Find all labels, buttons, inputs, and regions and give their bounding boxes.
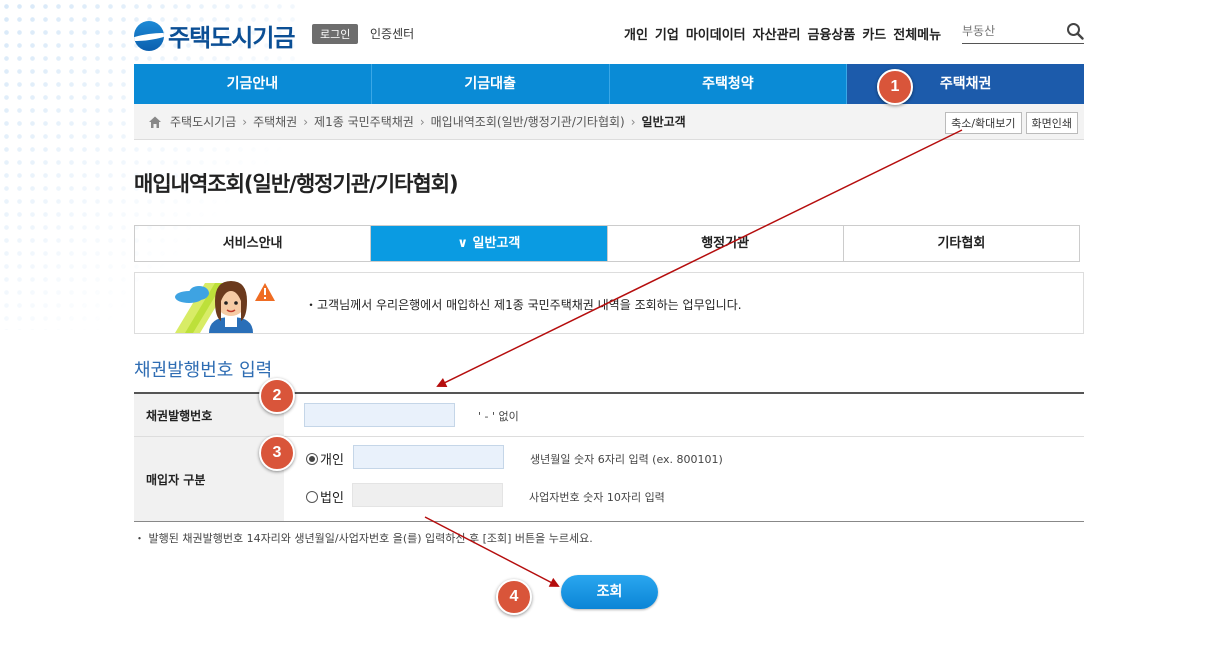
info-box: ・고객님께서 우리은행에서 매입하신 제1종 국민주택채권 내역을 조회하는 업…: [134, 272, 1084, 334]
radio-unselected-icon: [306, 490, 318, 503]
bond-number-hint: ' - ' 없이: [478, 410, 519, 423]
breadcrumb-item-purchase-inquiry[interactable]: 매입내역조회(일반/행정기관/기타협회): [431, 113, 625, 130]
sub-tabs: 서비스안내 ∨ 일반고객 행정기관 기타협회: [134, 225, 1080, 262]
tab-service-guide[interactable]: 서비스안내: [135, 226, 372, 261]
topnav-item-business[interactable]: 기업: [655, 24, 679, 43]
step-badge-4: 4: [496, 579, 532, 615]
step-badge-2: 2: [259, 378, 295, 414]
radio-corporate[interactable]: 법인: [306, 487, 344, 506]
breadcrumb-buttons: 축소/확대보기 화면인쇄: [945, 112, 1078, 134]
logo-icon: [134, 20, 164, 51]
chevron-down-icon: ∨: [457, 236, 473, 251]
topnav-item-personal[interactable]: 개인: [624, 24, 648, 43]
zoom-button[interactable]: 축소/확대보기: [945, 112, 1022, 134]
tab-administrative[interactable]: 행정기관: [608, 226, 844, 261]
info-text: ・고객님께서 우리은행에서 매입하신 제1종 국민주택채권 내역을 조회하는 업…: [305, 298, 742, 312]
business-number-input[interactable]: [352, 483, 503, 507]
tab-general-customer-label: 일반고객: [472, 236, 521, 251]
breadcrumb-current: 일반고객: [641, 115, 686, 129]
mainnav-item-fund-info[interactable]: 기금안내: [134, 64, 372, 104]
birthdate-input[interactable]: [353, 445, 504, 469]
breadcrumb: 주택도시기금 › 주택채권 › 제1종 국민주택채권 › 매입내역조회(일반/행…: [134, 104, 1084, 140]
search-input[interactable]: [962, 22, 1057, 38]
topnav-item-mydata[interactable]: 마이데이터: [686, 24, 746, 43]
page-container: 주택도시기금 로그인 인증센터 개인 기업 마이데이터 자산관리 금융상품 카드…: [134, 0, 1084, 609]
breadcrumb-item-national-bond[interactable]: 제1종 국민주택채권: [314, 113, 414, 130]
arrow-3-to-4: [424, 516, 560, 587]
header: 주택도시기금 로그인 인증센터 개인 기업 마이데이터 자산관리 금융상품 카드…: [134, 0, 1084, 64]
login-button[interactable]: 로그인: [312, 24, 359, 44]
section-title: 채권발행번호 입력: [134, 360, 273, 381]
radio-selected-icon: [306, 452, 318, 465]
page-title: 매입내역조회(일반/행정기관/기타협회): [134, 172, 459, 196]
cert-center-link[interactable]: 인증센터: [370, 25, 414, 42]
radio-individual[interactable]: 개인: [306, 449, 344, 468]
main-nav: 기금안내 기금대출 주택청약 주택채권: [134, 64, 1084, 104]
chevron-right-icon: ›: [303, 114, 309, 129]
radio-corporate-label: 법인: [320, 491, 344, 506]
step-badge-1: 1: [877, 69, 913, 105]
top-nav: 개인 기업 마이데이터 자산관리 금융상품 카드 전체메뉴: [624, 24, 941, 43]
chevron-right-icon: ›: [630, 114, 636, 129]
bond-number-cell: ' - ' 없이: [284, 394, 1084, 436]
topnav-item-card[interactable]: 카드: [862, 24, 886, 43]
instruction-note: ・ 발행된 채권발행번호 14자리와 생년월일/사업자번호 을(를) 입력하신 …: [134, 532, 593, 545]
home-icon[interactable]: [148, 115, 162, 129]
print-button[interactable]: 화면인쇄: [1025, 112, 1078, 134]
logo[interactable]: 주택도시기금: [134, 18, 295, 53]
breadcrumb-item-bond[interactable]: 주택채권: [253, 113, 297, 130]
search-icon[interactable]: [1066, 22, 1084, 40]
topnav-item-asset[interactable]: 자산관리: [753, 24, 801, 43]
tab-general-customer[interactable]: ∨ 일반고객: [371, 226, 608, 261]
radio-individual-label: 개인: [320, 453, 344, 468]
submit-search-button[interactable]: 조회: [561, 575, 658, 609]
logo-text: 주택도시기금: [168, 24, 295, 52]
chevron-right-icon: ›: [242, 114, 248, 129]
topnav-item-allmenu[interactable]: 전체메뉴: [893, 24, 941, 43]
mainnav-item-housing-subscription[interactable]: 주택청약: [610, 64, 848, 104]
buyer-type-cell: 개인 생년월일 숫자 6자리 입력 (ex. 800101) 법인 사업자번호 …: [284, 437, 1084, 521]
birthdate-hint: 생년월일 숫자 6자리 입력 (ex. 800101): [530, 453, 723, 466]
search-box: [962, 20, 1084, 44]
bond-number-input[interactable]: [304, 403, 455, 427]
step-badge-3: 3: [259, 435, 295, 471]
topnav-item-products[interactable]: 금융상품: [808, 24, 856, 43]
breadcrumb-item-home[interactable]: 주택도시기금: [170, 113, 236, 130]
chevron-right-icon: ›: [419, 114, 425, 129]
tab-other-association[interactable]: 기타협회: [844, 226, 1079, 261]
mainnav-item-fund-loan[interactable]: 기금대출: [372, 64, 610, 104]
customer-illustration-icon: [175, 281, 275, 333]
business-number-hint: 사업자번호 숫자 10자리 입력: [529, 491, 665, 504]
